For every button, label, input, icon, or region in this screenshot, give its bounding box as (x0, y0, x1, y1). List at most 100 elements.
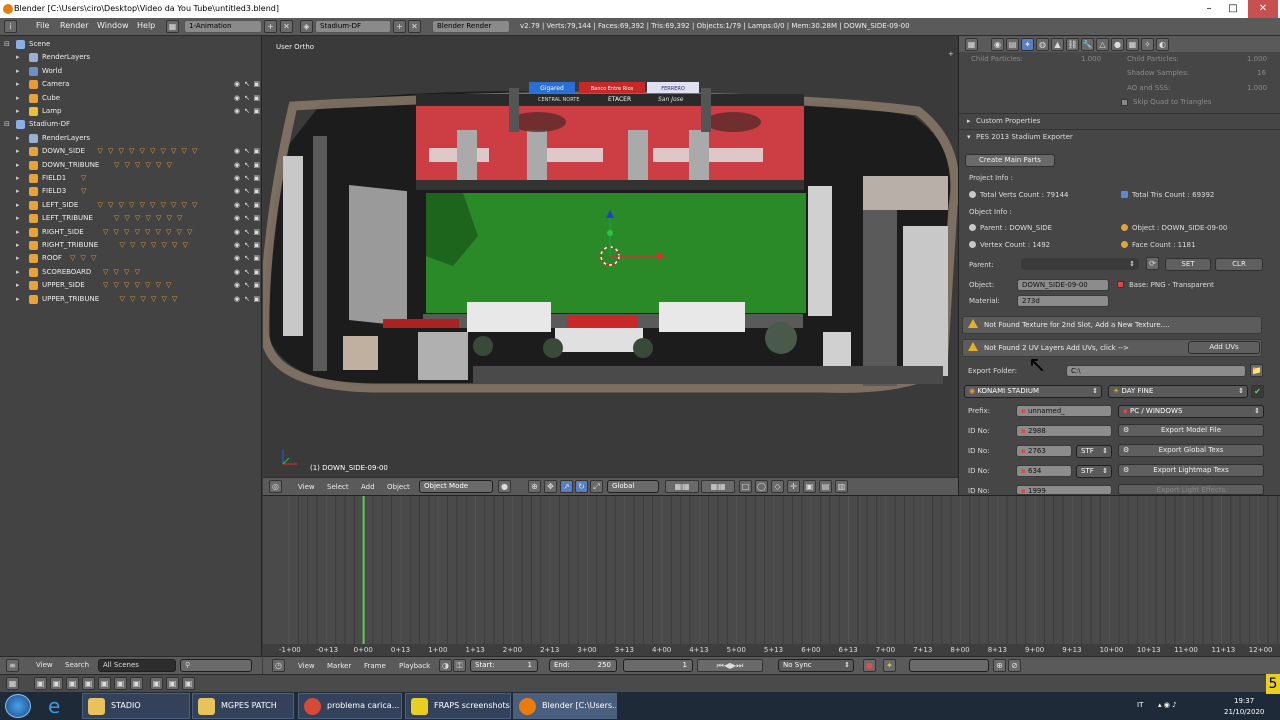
info-tool-1-icon[interactable]: ▣ (34, 677, 47, 690)
eye-icon[interactable]: ◉ (234, 279, 240, 292)
info-tool-9-icon[interactable]: ▣ (166, 677, 179, 690)
skip-quad-checkbox[interactable] (1121, 99, 1128, 106)
disclosure-triangle-icon[interactable]: ▸ (16, 185, 20, 198)
mesh-child-icon[interactable]: ▽ (166, 279, 171, 292)
disclosure-triangle-icon[interactable]: ▸ (16, 279, 20, 292)
outliner-item[interactable]: ▸ FIELD1 ▽ ◉ ↖ ▣ (0, 172, 262, 185)
disclosure-triangle-icon[interactable]: ▸ (16, 266, 20, 279)
render-camera-icon[interactable]: ▣ (253, 266, 260, 279)
mesh-child-icon[interactable]: ▽ (103, 266, 108, 279)
opengl-anim-icon[interactable]: ▥ (835, 480, 848, 493)
mesh-child-icon[interactable]: ▽ (124, 279, 129, 292)
mesh-child-icon[interactable]: ▽ (166, 226, 171, 239)
editor-type-icon[interactable]: i (4, 20, 17, 33)
shading-icon[interactable]: ● (498, 480, 511, 493)
scene-icon[interactable]: ◈ (300, 20, 313, 33)
disclosure-triangle-icon[interactable]: ▸ (16, 78, 20, 91)
texture-tab-icon[interactable]: ▦ (1126, 38, 1139, 51)
outliner-item[interactable]: ▸ LEFT_TRIBUNE ▽ ▽ ▽ ▽ ▽ ▽ ▽ ◉ ↖ ▣ (0, 212, 262, 225)
mesh-child-icon[interactable]: ▽ (114, 212, 119, 225)
mesh-child-icon[interactable]: ▽ (156, 279, 161, 292)
disclosure-triangle-icon[interactable]: ▸ (16, 172, 20, 185)
material-field[interactable]: 273d (1017, 295, 1109, 307)
id-field-4[interactable]: ▪ 1999 (1016, 485, 1112, 495)
mesh-child-icon[interactable]: ▽ (130, 239, 135, 252)
rotate-icon[interactable]: ↻ (575, 480, 588, 493)
info-tool-5-icon[interactable]: ▣ (98, 677, 111, 690)
3d-viewport[interactable]: Gigared Banco Entre Rios FERRERO CENTRAL… (263, 36, 958, 477)
outliner-search-input[interactable]: ⚲ (180, 659, 252, 672)
mesh-child-icon[interactable]: ▽ (108, 199, 113, 212)
translate-icon[interactable]: ↗ (560, 480, 573, 493)
disclosure-triangle-icon[interactable]: ▸ (16, 65, 20, 78)
mesh-child-icon[interactable]: ▽ (98, 145, 103, 158)
custom-properties-header[interactable]: Custom Properties (976, 117, 1040, 125)
export-lightmap-button[interactable]: ⚙ Export Lightmap Texs (1118, 464, 1264, 477)
scene-select[interactable]: Stadium-DF (315, 20, 391, 33)
info-tool-7-icon[interactable]: ▣ (130, 677, 143, 690)
eye-icon[interactable]: ◉ (234, 293, 240, 306)
mesh-child-icon[interactable]: ▽ (129, 145, 134, 158)
disclosure-triangle-icon[interactable]: ⊟ (4, 118, 10, 131)
mesh-child-icon[interactable]: ▽ (146, 212, 151, 225)
lock-camera-icon[interactable]: □ (739, 480, 752, 493)
insert-keyframe-icon[interactable]: ⊕ (993, 659, 1006, 672)
taskbar-item-chrome[interactable]: problema carica... (298, 693, 402, 719)
eye-icon[interactable]: ◉ (234, 92, 240, 105)
export-global-button[interactable]: ⚙ Export Global Texs (1118, 444, 1264, 457)
preview-range-icon[interactable]: ◑ (439, 659, 452, 672)
start-button-icon[interactable] (5, 694, 31, 718)
outliner-view-menu[interactable]: View (36, 661, 53, 669)
weather-select[interactable]: ☀ DAY FINE ⇕ (1108, 385, 1248, 398)
outliner-item[interactable]: ▸ RenderLayers (0, 51, 262, 64)
language-indicator[interactable]: IT (1137, 701, 1143, 709)
eye-icon[interactable]: ◉ (234, 78, 240, 91)
timeline-area[interactable] (263, 495, 1280, 657)
outliner-item[interactable]: ▸ RIGHT_SIDE ▽ ▽ ▽ ▽ ▽ ▽ ▽ ▽ ▽ ◉ ↖ ▣ (0, 226, 262, 239)
eye-icon[interactable]: ◉ (234, 266, 240, 279)
mesh-child-icon[interactable]: ▽ (98, 199, 103, 212)
render-camera-icon[interactable]: ▣ (253, 159, 260, 172)
mesh-child-icon[interactable]: ▽ (145, 279, 150, 292)
eye-icon[interactable]: ◉ (234, 145, 240, 158)
cursor-select-icon[interactable]: ↖ (244, 145, 250, 158)
mesh-child-icon[interactable]: ▽ (172, 293, 177, 306)
internet-explorer-icon[interactable]: e (48, 694, 60, 718)
render-camera-icon[interactable]: ▣ (253, 239, 260, 252)
playback-controls[interactable]: ⏮◀▶⏭ (697, 659, 763, 672)
mesh-child-icon[interactable]: ▽ (114, 159, 119, 172)
outliner-item[interactable]: ▸ DOWN_SIDE ▽ ▽ ▽ ▽ ▽ ▽ ▽ ▽ ▽ ▽ ◉ ↖ ▣ (0, 145, 262, 158)
disclosure-triangle-icon[interactable]: ▸ (16, 132, 20, 145)
disclosure-triangle-icon[interactable]: ▸ (16, 92, 20, 105)
disclosure-triangle-icon[interactable]: ▸ (16, 239, 20, 252)
physics-tab-icon[interactable]: ◐ (1156, 38, 1169, 51)
mesh-child-icon[interactable]: ▽ (108, 145, 113, 158)
viewport-editor-icon[interactable]: ◎ (269, 480, 282, 493)
export-model-button[interactable]: ⚙ Export Model File (1118, 424, 1264, 437)
mesh-child-icon[interactable]: ▽ (120, 239, 125, 252)
mesh-child-icon[interactable]: ▽ (167, 212, 172, 225)
screen-layout-icon[interactable]: ▦ (166, 20, 179, 33)
outliner-item[interactable]: ▸ ROOF ▽ ▽ ▽ ◉ ↖ ▣ (0, 252, 262, 265)
layers-grid2-icon[interactable]: ▦▦ (701, 480, 735, 493)
mesh-child-icon[interactable]: ▽ (141, 293, 146, 306)
mesh-child-icon[interactable]: ▽ (135, 279, 140, 292)
mesh-child-icon[interactable]: ▽ (140, 199, 145, 212)
tray-icons[interactable]: ▴ ◉ ♪ (1158, 701, 1177, 709)
clr-button[interactable]: CLR (1215, 258, 1263, 271)
orientation-select[interactable]: Global (607, 480, 659, 493)
mesh-child-icon[interactable]: ▽ (125, 212, 130, 225)
mesh-child-icon[interactable]: ▽ (187, 226, 192, 239)
stf-select-2[interactable]: STF ⇕ (1076, 465, 1112, 478)
layers-grid-icon[interactable]: ▦▦ (665, 480, 699, 493)
menu-file[interactable]: File (36, 21, 49, 30)
outliner-item[interactable]: ▸ Camera ◉ ↖ ▣ (0, 78, 262, 91)
minimize-button[interactable]: – (1198, 0, 1220, 18)
mode-select[interactable]: Object Mode (419, 480, 493, 493)
confirm-check-icon[interactable]: ✔ (1251, 385, 1264, 398)
mesh-child-icon[interactable]: ▽ (103, 226, 108, 239)
render-engine-select[interactable]: Blender Render (432, 20, 510, 33)
material-tab-icon[interactable]: ● (1111, 38, 1124, 51)
mesh-child-icon[interactable]: ▽ (171, 199, 176, 212)
cursor-select-icon[interactable]: ↖ (244, 92, 250, 105)
